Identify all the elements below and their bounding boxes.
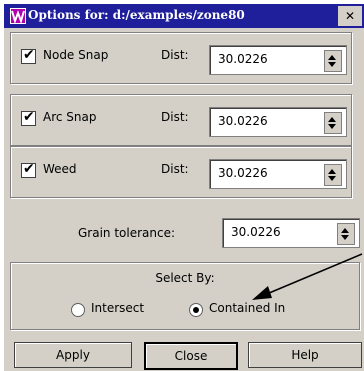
spin-down-icon[interactable] (328, 124, 336, 129)
check-icon: ✔ (23, 109, 35, 125)
grain-tolerance-value: 30.0226 (231, 225, 281, 239)
spin-up-icon[interactable] (341, 228, 349, 233)
arc-snap-dist-field[interactable]: 30.0226 (209, 107, 347, 137)
check-icon: ✔ (23, 47, 35, 63)
grain-tolerance-label: Grain tolerance: (78, 226, 176, 240)
help-button[interactable]: Help (248, 342, 362, 368)
weed-dist-value: 30.0226 (218, 166, 268, 180)
intersect-radio[interactable] (71, 303, 85, 317)
node-snap-label: Node Snap (43, 48, 109, 62)
select-by-title: Select By: (155, 271, 215, 285)
grain-tolerance-field[interactable]: 30.0226 (222, 218, 360, 248)
spin-up-icon[interactable] (328, 55, 336, 60)
spin-down-icon[interactable] (328, 176, 336, 181)
arc-snap-checkbox[interactable]: ✔ (21, 109, 36, 126)
arc-snap-spinner[interactable] (324, 112, 342, 134)
close-icon[interactable]: ✕ (338, 6, 362, 26)
select-by-group: Select By: Intersect Contained In (10, 262, 360, 330)
contained-in-label: Contained In (209, 301, 286, 315)
arc-snap-dist-label: Dist: (161, 110, 189, 124)
spin-up-icon[interactable] (328, 169, 336, 174)
close-button[interactable]: Close (144, 342, 238, 370)
options-dialog: Options for: d:/examples/zone80 ✕ ✔ Node… (4, 4, 364, 371)
intersect-label: Intersect (91, 301, 145, 315)
spin-down-icon[interactable] (341, 235, 349, 240)
spin-up-icon[interactable] (328, 117, 336, 122)
weed-checkbox[interactable]: ✔ (21, 161, 36, 178)
spin-down-icon[interactable] (328, 62, 336, 67)
app-icon (10, 8, 26, 24)
weed-label: Weed (43, 162, 77, 176)
weed-spinner[interactable] (324, 164, 342, 186)
node-snap-spinner[interactable] (324, 50, 342, 72)
arc-snap-dist-value: 30.0226 (218, 114, 268, 128)
contained-in-radio[interactable] (189, 303, 203, 317)
window-title: Options for: d:/examples/zone80 (28, 8, 245, 22)
node-snap-checkbox[interactable]: ✔ (21, 47, 36, 64)
title-bar[interactable]: Options for: d:/examples/zone80 ✕ (4, 4, 364, 28)
node-snap-group: ✔ Node Snap Dist: 30.0226 (10, 32, 352, 84)
grain-spinner[interactable] (337, 223, 355, 245)
node-snap-dist-field[interactable]: 30.0226 (209, 45, 347, 75)
weed-dist-field[interactable]: 30.0226 (209, 159, 347, 189)
node-snap-dist-label: Dist: (161, 48, 189, 62)
arc-snap-label: Arc Snap (43, 110, 97, 124)
weed-group: ✔ Weed Dist: 30.0226 (10, 146, 352, 198)
arc-snap-group: ✔ Arc Snap Dist: 30.0226 (10, 94, 352, 146)
apply-button[interactable]: Apply (14, 342, 132, 368)
weed-dist-label: Dist: (161, 162, 189, 176)
node-snap-dist-value: 30.0226 (218, 52, 268, 66)
check-icon: ✔ (23, 161, 35, 177)
